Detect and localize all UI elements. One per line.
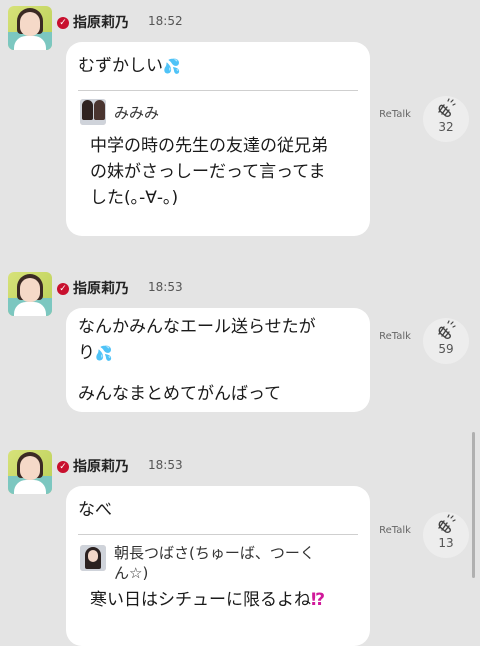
verified-icon: ✓ xyxy=(57,17,69,29)
quote-avatar xyxy=(80,545,106,571)
clap-button[interactable]: 59 xyxy=(423,318,469,364)
sweat-emoji-icon: 💦 xyxy=(163,59,181,75)
timestamp: 18:52 xyxy=(148,14,183,28)
quote-text: 寒い日はシチューに限るよね⁉ xyxy=(90,590,326,610)
quoted-message[interactable]: みみみ 中学の時の先生の友達の従兄弟 の妹がさっしーだって言ってま した(｡-∀… xyxy=(78,90,358,231)
sender-name[interactable]: 指原莉乃 xyxy=(73,278,129,298)
retalk-button[interactable]: ReTalk xyxy=(375,525,415,536)
message-bubble[interactable]: なべ 朝長つばさ(ちゅーば、つーく ん☆) 寒い日はシチューに限るよね⁉ xyxy=(66,486,370,646)
retalk-button[interactable]: ReTalk xyxy=(375,109,415,120)
message-bubble[interactable]: むずかしい💦 みみみ 中学の時の先生の友達の従兄弟 の妹がさっしーだって言ってま… xyxy=(66,42,370,236)
clap-count: 13 xyxy=(438,536,454,550)
sweat-emoji-icon: 💦 xyxy=(95,346,113,362)
timestamp: 18:53 xyxy=(148,280,183,294)
sender-name[interactable]: 指原莉乃 xyxy=(73,456,129,476)
clap-hands-icon xyxy=(438,514,456,533)
retalk-button[interactable]: ReTalk xyxy=(375,331,415,342)
quoted-message[interactable]: 朝長つばさ(ちゅーば、つーく ん☆) 寒い日はシチューに限るよね⁉ xyxy=(78,534,358,645)
message-bubble[interactable]: なんかみんなエール送らせたが り💦 みんなまとめてがんばって xyxy=(66,308,370,412)
quote-sender-name: みみみ xyxy=(114,104,160,122)
scrollbar[interactable] xyxy=(472,432,475,578)
message-text: なべ xyxy=(78,500,112,520)
clap-count: 32 xyxy=(438,120,454,134)
quote-avatar xyxy=(80,99,106,125)
message-text: むずかしい💦 xyxy=(78,56,181,76)
clap-count: 59 xyxy=(438,342,454,356)
avatar[interactable] xyxy=(8,272,52,316)
quote-sender-name: 朝長つばさ(ちゅーば、つーく ん☆) xyxy=(114,544,315,582)
clap-button[interactable]: 13 xyxy=(423,512,469,558)
verified-icon: ✓ xyxy=(57,283,69,295)
avatar[interactable] xyxy=(8,450,52,494)
verified-icon: ✓ xyxy=(57,461,69,473)
quote-text: 中学の時の先生の友達の従兄弟 の妹がさっしーだって言ってま した(｡-∀-｡) xyxy=(90,136,328,208)
timestamp: 18:53 xyxy=(148,458,183,472)
exclamation-question-icon: ⁉ xyxy=(311,590,326,610)
clap-button[interactable]: 32 xyxy=(423,96,469,142)
sender-name[interactable]: 指原莉乃 xyxy=(73,12,129,32)
message-text: なんかみんなエール送らせたが り💦 みんなまとめてがんばって xyxy=(78,317,316,404)
avatar[interactable] xyxy=(8,6,52,50)
clap-hands-icon xyxy=(438,98,456,117)
clap-hands-icon xyxy=(438,320,456,339)
